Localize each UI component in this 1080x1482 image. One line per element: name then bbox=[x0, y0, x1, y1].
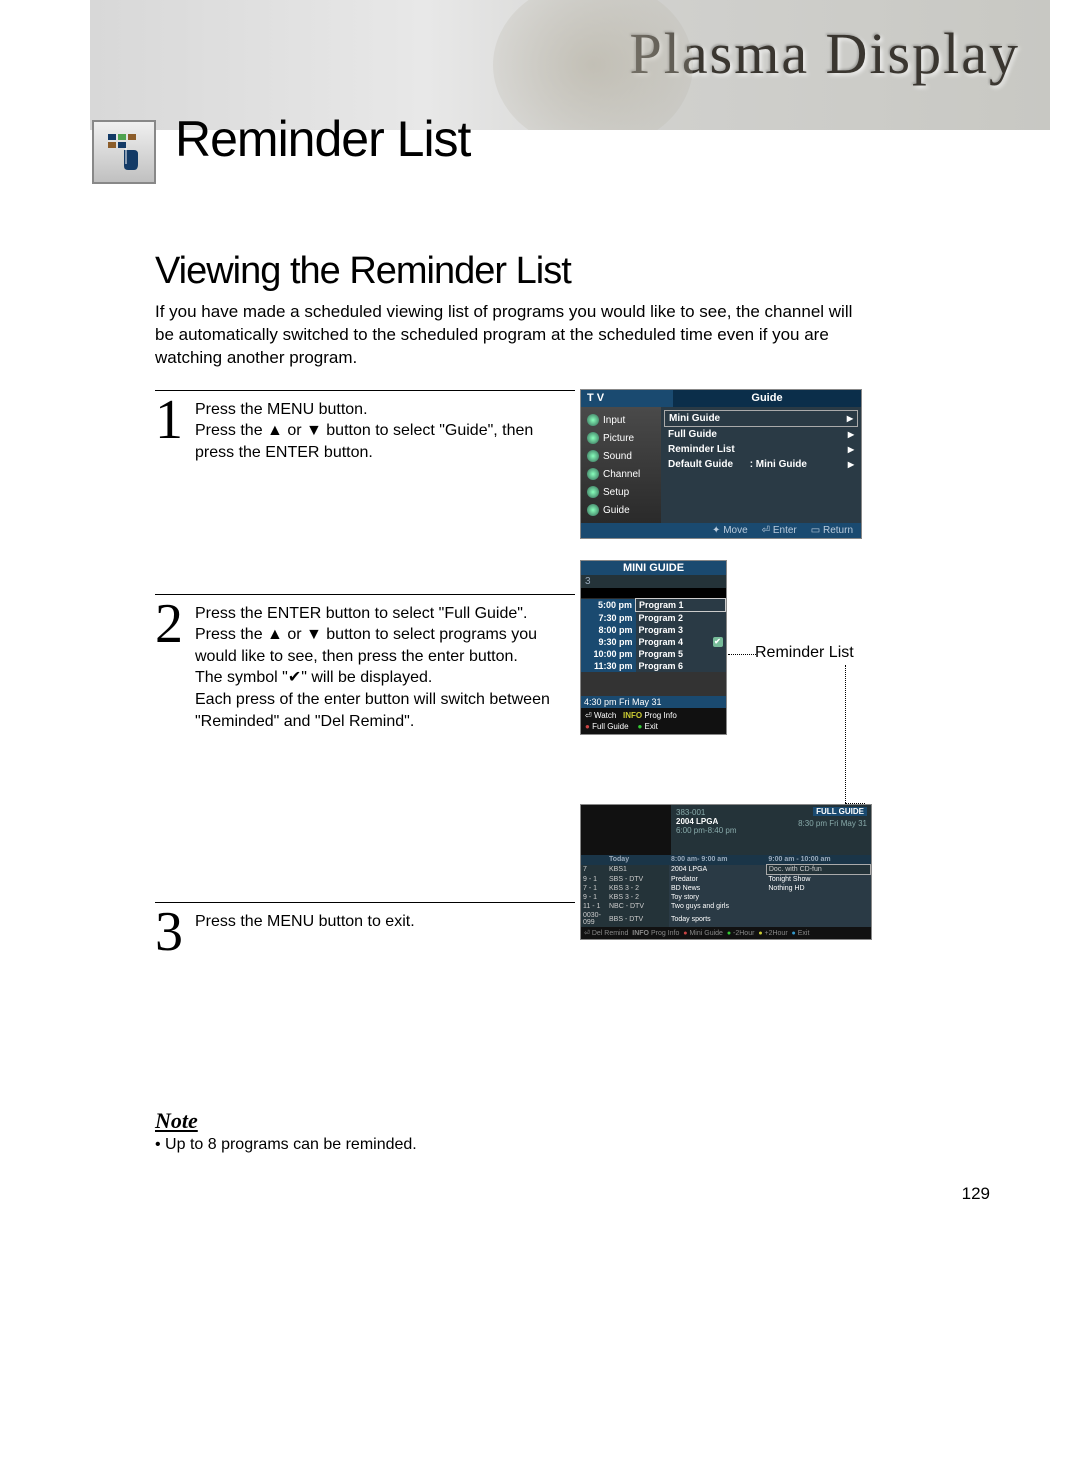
chevron-right-icon bbox=[848, 459, 854, 470]
product-line-title: Plasma Display bbox=[630, 20, 1020, 87]
step-text: Press the MENU button to exit. bbox=[195, 907, 415, 933]
osd3-datetime: 8:30 pm Fri May 31 bbox=[798, 819, 867, 828]
osd-mini-guide: MINI GUIDE 3 5:00 pmProgram 1 7:30 pmPro… bbox=[580, 560, 727, 735]
osd2-footer: ⏎ Watch INFO Prog Info ● Full Guide ● Ex… bbox=[581, 708, 726, 734]
sound-icon bbox=[587, 450, 599, 462]
osd2-program-row[interactable]: 11:30 pmProgram 6 bbox=[581, 660, 726, 672]
osd1-left-item[interactable]: Sound bbox=[603, 451, 632, 462]
osd1-left-item[interactable]: Guide bbox=[603, 505, 630, 516]
step-number: 1 bbox=[155, 395, 195, 445]
chevron-right-icon bbox=[848, 444, 854, 455]
chevron-right-icon bbox=[847, 413, 853, 424]
osd2-program-table: 5:00 pmProgram 1 7:30 pmProgram 2 8:00 p… bbox=[581, 598, 726, 696]
input-icon bbox=[587, 414, 599, 426]
guide-icon bbox=[587, 504, 599, 516]
osd1-leftbar: Input Picture Sound Channel Setup Guide bbox=[581, 407, 661, 523]
step-line: Press the ENTER button to select "Full G… bbox=[195, 605, 527, 622]
page-number: 129 bbox=[962, 1184, 990, 1204]
chapter-title: Reminder List bbox=[175, 110, 470, 168]
step-2: 2 Press the ENTER button to select "Full… bbox=[155, 594, 575, 733]
step-line: Each press of the enter button will swit… bbox=[195, 691, 550, 730]
step-text: Press the MENU button. Press the ▲ or ▼ … bbox=[195, 395, 565, 464]
osd3-row[interactable]: 7KBS12004 LPGADoc. with CD-fun bbox=[581, 865, 871, 875]
osd2-program-row[interactable]: 5:00 pmProgram 1 bbox=[581, 599, 726, 612]
osd1-left-item[interactable]: Picture bbox=[603, 433, 634, 444]
osd1-footer-enter: ⏎ Enter bbox=[762, 525, 797, 536]
osd3-row[interactable]: 9 - 1KBS 3 - 2Toy story bbox=[581, 893, 871, 902]
osd1-footer-return: ▭ Return bbox=[811, 525, 853, 536]
osd2-title: MINI GUIDE bbox=[581, 561, 726, 575]
note-heading: Note bbox=[155, 1108, 1020, 1134]
osd3-row[interactable]: 7 - 1KBS 3 - 2BD NewsNothing HD bbox=[581, 884, 871, 893]
hand-icon bbox=[104, 132, 144, 172]
annotation-line bbox=[845, 665, 846, 803]
osd3-grid: Today 8:00 am- 9:00 am 9:00 am - 10:00 a… bbox=[581, 855, 871, 927]
osd1-left-item[interactable]: Input bbox=[603, 415, 625, 426]
osd-full-guide: FULL GUIDE 8:30 pm Fri May 31 383-001 20… bbox=[580, 804, 872, 940]
osd3-row[interactable]: 9 - 1SBS - DTVPredatorTonight Show bbox=[581, 875, 871, 885]
osd1-footer-move: ✦ Move bbox=[712, 525, 748, 536]
picture-icon bbox=[587, 432, 599, 444]
osd3-info: FULL GUIDE 8:30 pm Fri May 31 383-001 20… bbox=[671, 805, 871, 855]
osd1-guide-label: Guide bbox=[673, 390, 861, 407]
chevron-right-icon bbox=[848, 429, 854, 440]
osd3-row[interactable]: 0030-099BBS - DTVToday sports bbox=[581, 911, 871, 927]
step-number: 2 bbox=[155, 599, 195, 649]
osd1-right-item[interactable]: Full Guide bbox=[664, 427, 858, 442]
step-1: 1 Press the MENU button. Press the ▲ or … bbox=[155, 390, 575, 464]
osd2-program-row[interactable]: 8:00 pmProgram 3 bbox=[581, 624, 726, 636]
chapter-icon bbox=[92, 120, 156, 184]
osd1-right-item[interactable]: Reminder List bbox=[664, 442, 858, 457]
osd3-row[interactable]: 11 - 1NBC - DTVTwo guys and girls bbox=[581, 902, 871, 911]
intro-text: If you have made a scheduled viewing lis… bbox=[155, 301, 875, 370]
step-line: Press the ▲ or ▼ button to select progra… bbox=[195, 626, 537, 665]
osd3-full-guide-label: FULL GUIDE bbox=[813, 807, 867, 816]
step-line: Press the MENU button to exit. bbox=[195, 913, 415, 930]
osd1-rightlist: Mini Guide Full Guide Reminder List Defa… bbox=[661, 407, 861, 523]
step-line: Press the MENU button. bbox=[195, 401, 368, 418]
osd1-right-item[interactable]: Mini Guide bbox=[664, 410, 858, 427]
annotation-label: Reminder List bbox=[755, 644, 854, 662]
preview-box bbox=[581, 805, 671, 855]
osd2-clock: 4:30 pm Fri May 31 bbox=[581, 696, 726, 708]
annotation-line bbox=[728, 654, 756, 655]
osd2-program-row[interactable]: 7:30 pmProgram 2 bbox=[581, 612, 726, 625]
osd3-footer: ⏎ Del Remind INFO Prog Info ● Mini Guide… bbox=[581, 927, 871, 939]
osd-tv-menu: T V Guide Input Picture Sound Channel Se… bbox=[580, 389, 862, 539]
osd1-left-item[interactable]: Channel bbox=[603, 469, 640, 480]
section-heading: Viewing the Reminder List bbox=[155, 250, 1020, 293]
setup-icon bbox=[587, 486, 599, 498]
osd1-tv-label: T V bbox=[581, 390, 673, 407]
step-line: The symbol "✔" will be displayed. bbox=[195, 669, 432, 686]
osd2-channel: 3 bbox=[581, 575, 726, 588]
step-3: 3 Press the MENU button to exit. bbox=[155, 902, 575, 957]
osd2-program-row[interactable]: 9:30 pmProgram 4✔ bbox=[581, 636, 726, 648]
step-text: Press the ENTER button to select "Full G… bbox=[195, 599, 565, 733]
osd2-program-row[interactable]: 10:00 pmProgram 5 bbox=[581, 648, 726, 660]
step-line: Press the ▲ or ▼ button to select "Guide… bbox=[195, 422, 533, 461]
check-icon: ✔ bbox=[713, 637, 723, 647]
channel-icon bbox=[587, 468, 599, 480]
note-text: • Up to 8 programs can be reminded. bbox=[155, 1136, 1020, 1154]
step-number: 3 bbox=[155, 907, 195, 957]
osd1-left-item[interactable]: Setup bbox=[603, 487, 629, 498]
osd1-right-item[interactable]: Default Guide : Mini Guide bbox=[664, 457, 858, 472]
